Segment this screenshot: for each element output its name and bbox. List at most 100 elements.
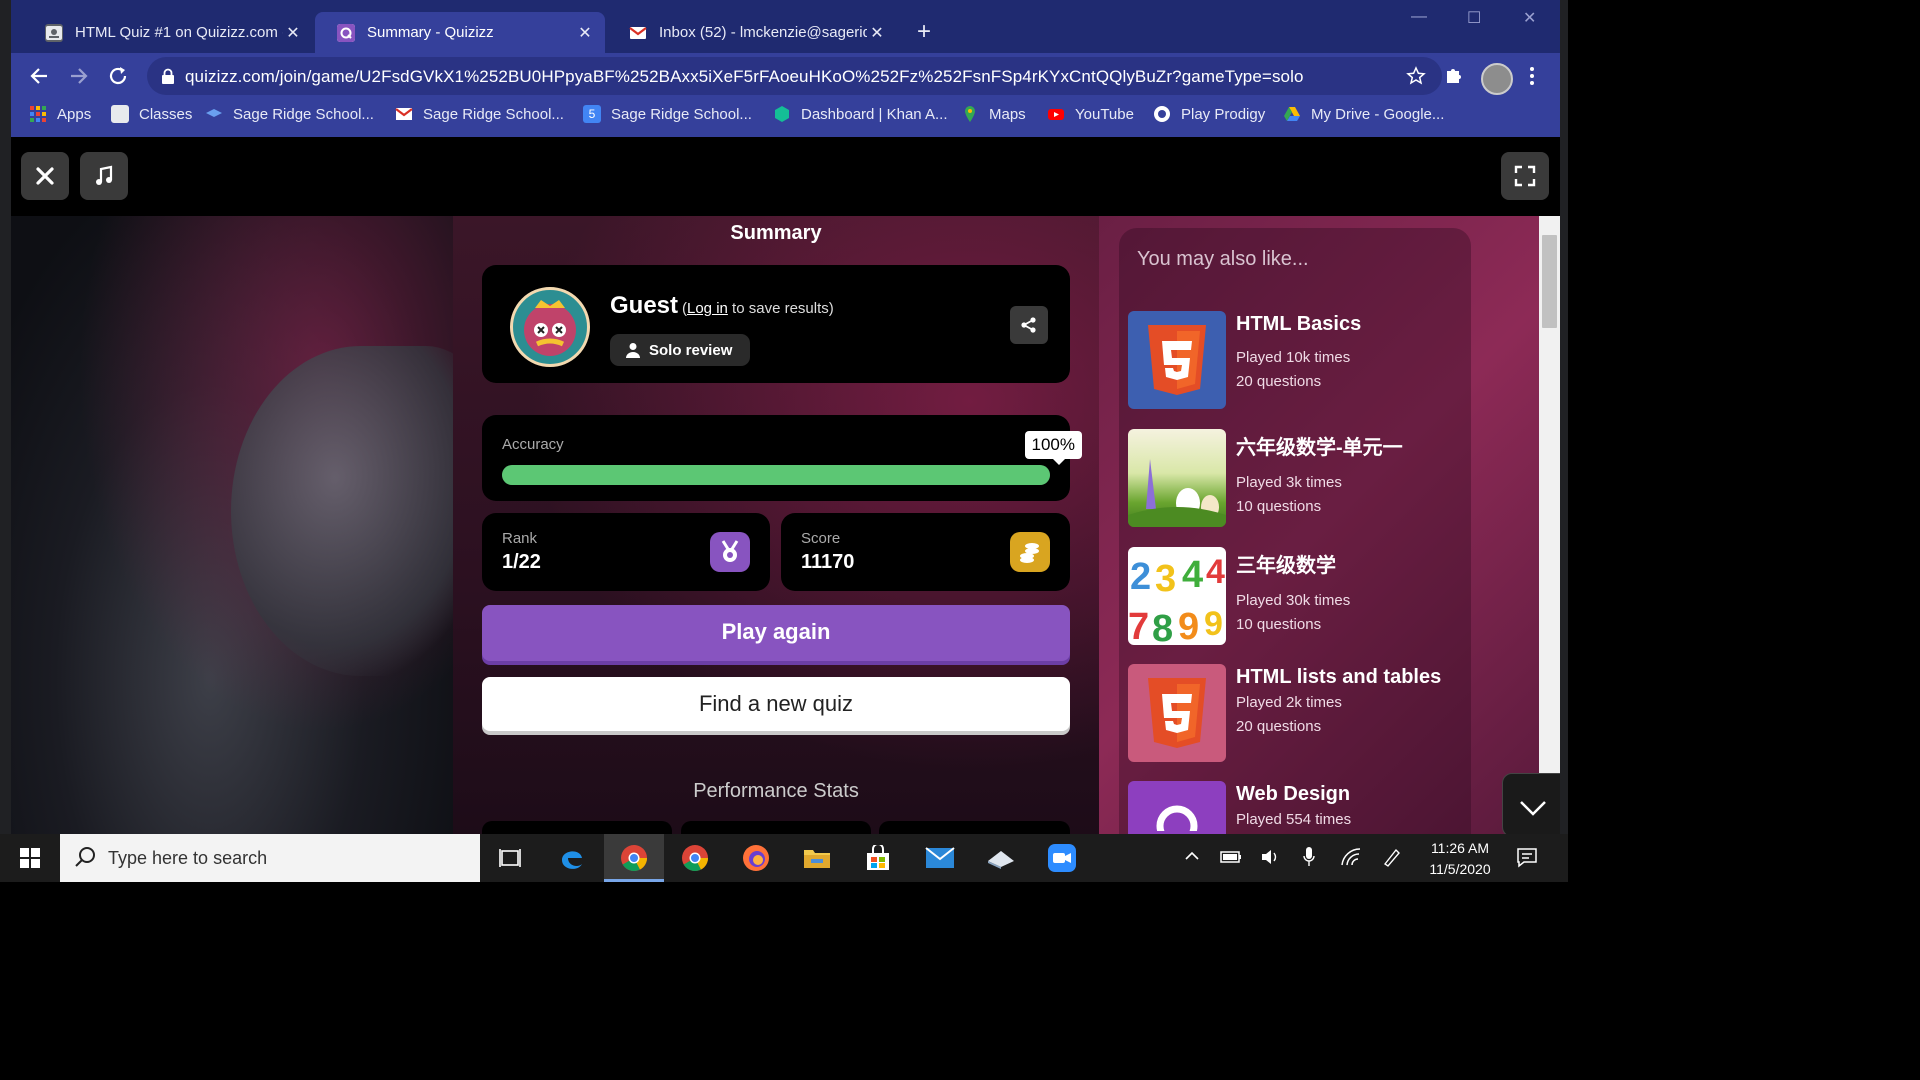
bookmark-my-drive[interactable]: My Drive - Google... (1283, 105, 1444, 123)
recommended-quiz[interactable]: HTML Basics Played 10k times 20 question… (1128, 311, 1458, 411)
taskbar-clock[interactable]: 11:26 AM 11/5/2020 (1420, 838, 1500, 880)
tab-close-icon[interactable]: ✕ (867, 23, 887, 43)
colorful-numbers-image: 2344 7899 (1128, 547, 1226, 645)
html5-icon (1128, 664, 1226, 762)
maximize-icon[interactable]: ☐ (1467, 8, 1481, 28)
bookmark-maps[interactable]: Maps (961, 105, 1026, 123)
battery-icon[interactable] (1220, 849, 1242, 865)
recommended-quiz[interactable]: 六年级数学-单元一 Played 3k times 10 questions (1128, 429, 1458, 529)
tab-title: Inbox (52) - lmckenzie@sageridg (659, 24, 867, 41)
accuracy-label: Accuracy (502, 436, 564, 453)
recommended-quiz[interactable]: 2344 7899 三年级数学 Played 30k times 10 ques… (1128, 547, 1458, 647)
accuracy-bar (502, 465, 1050, 485)
search-icon (74, 846, 96, 868)
reload-icon[interactable] (105, 63, 131, 89)
bookmark-label: Maps (989, 105, 1026, 123)
file-explorer-icon[interactable] (801, 842, 833, 874)
share-button[interactable] (1010, 306, 1048, 344)
bookmark-label: Play Prodigy (1181, 105, 1266, 123)
chevron-up-icon[interactable] (1184, 848, 1200, 864)
close-icon (36, 167, 54, 185)
lock-icon (161, 68, 175, 84)
score-card: Score 11170 (781, 513, 1070, 591)
bookmark-sage-ridge-1[interactable]: Sage Ridge School... (205, 105, 374, 123)
extensions-puzzle-icon[interactable] (1443, 63, 1469, 89)
quiz-question-count: 10 questions (1236, 498, 1322, 515)
bookmark-star-icon[interactable] (1406, 66, 1426, 86)
windows-taskbar: Type here to search 11:26 AM 11/5/2020 (0, 834, 1568, 882)
profile-avatar[interactable] (1481, 63, 1513, 95)
rank-value: 1/22 (502, 551, 541, 573)
windows-start-icon[interactable] (14, 842, 46, 874)
close-game-button[interactable] (21, 152, 69, 200)
collapsed-side-panel-toggle[interactable] (1502, 773, 1560, 834)
game-top-bar (11, 137, 1560, 216)
pen-icon[interactable] (1382, 847, 1402, 867)
school-hat-icon (205, 105, 223, 123)
play-again-button[interactable]: Play again (482, 605, 1070, 661)
rank-label: Rank (502, 530, 538, 547)
wifi-icon[interactable] (1340, 847, 1362, 867)
maps-pin-icon (961, 105, 979, 123)
address-bar[interactable]: quizizz.com/join/game/U2FsdGVkX1%252BU0H… (147, 57, 1442, 95)
tab-summary-quizizz[interactable]: Summary - Quizizz ✕ (315, 12, 605, 53)
microsoft-store-icon[interactable] (862, 842, 894, 874)
gmail-icon (629, 24, 647, 42)
close-window-icon[interactable]: ✕ (1523, 8, 1536, 28)
forward-arrow-icon[interactable] (65, 63, 91, 89)
login-link[interactable]: Log in (687, 300, 728, 317)
fullscreen-button[interactable] (1501, 152, 1549, 200)
task-view-icon[interactable] (494, 842, 526, 874)
player-card: Guest (Log in to save results) Solo revi… (482, 265, 1070, 383)
user-icon (626, 343, 640, 358)
chrome-icon[interactable] (618, 842, 650, 874)
tab-inbox[interactable]: Inbox (52) - lmckenzie@sageridg ✕ (607, 12, 897, 53)
recommended-quiz[interactable]: HTML lists and tables Played 2k times 20… (1128, 664, 1458, 764)
performance-stats-title: Performance Stats (693, 780, 859, 802)
background-car-image (11, 216, 491, 834)
login-note: (Log in to save results) (682, 300, 834, 317)
speaker-icon[interactable] (1260, 848, 1280, 866)
tab-html-quiz[interactable]: HTML Quiz #1 on Quizizz.com (p ✕ (23, 12, 313, 53)
bookmark-sage-ridge-3[interactable]: 5 Sage Ridge School... (583, 105, 752, 123)
recommended-quiz[interactable]: Web Design Played 554 times (1128, 781, 1458, 834)
svg-text:2: 2 (1130, 556, 1151, 598)
performance-stat-card (482, 821, 672, 834)
taskbar-search-box[interactable]: Type here to search (60, 834, 480, 882)
music-button[interactable] (80, 152, 128, 200)
scrollbar-thumb[interactable] (1542, 235, 1557, 328)
accuracy-card: Accuracy 100% (482, 415, 1082, 501)
chrome-icon[interactable] (679, 842, 711, 874)
tab-strip: HTML Quiz #1 on Quizizz.com (p ✕ Summary… (11, 0, 1560, 53)
edge-browser-icon[interactable] (556, 842, 588, 874)
mail-icon[interactable] (924, 842, 956, 874)
classroom-icon (111, 105, 129, 123)
quiz-title: 六年级数学-单元一 (1236, 437, 1403, 459)
find-new-quiz-button[interactable]: Find a new quiz (482, 677, 1070, 731)
bookmark-apps[interactable]: Apps (29, 105, 91, 123)
tab-close-icon[interactable]: ✕ (575, 23, 595, 43)
svg-text:7: 7 (1128, 606, 1149, 645)
bookmark-prodigy[interactable]: Play Prodigy (1153, 105, 1265, 123)
zoom-icon[interactable] (1046, 842, 1078, 874)
bookmark-youtube[interactable]: YouTube (1047, 105, 1134, 123)
medal-icon (710, 532, 750, 572)
quiz-title: HTML Basics (1236, 313, 1362, 335)
drive-sync-icon[interactable] (985, 842, 1017, 874)
new-tab-icon[interactable]: + (917, 18, 931, 46)
tab-close-icon[interactable]: ✕ (283, 23, 303, 43)
web-design-icon (1128, 781, 1226, 834)
apps-grid-icon (29, 105, 47, 123)
back-arrow-icon[interactable] (27, 63, 53, 89)
bookmark-classes[interactable]: Classes (111, 105, 192, 123)
accuracy-value: 100% (1024, 431, 1082, 465)
notifications-icon[interactable] (1516, 846, 1538, 868)
quiz-play-count: Played 10k times (1236, 349, 1351, 366)
bookmark-sage-ridge-2[interactable]: Sage Ridge School... (395, 105, 564, 123)
menu-dots-icon[interactable] (1527, 63, 1553, 89)
bookmark-khan-academy[interactable]: Dashboard | Khan A... (773, 105, 948, 123)
minimize-icon[interactable]: — (1411, 8, 1427, 26)
microphone-icon[interactable] (1302, 846, 1316, 868)
accuracy-bar-fill (502, 465, 1050, 485)
firefox-icon[interactable] (740, 842, 772, 874)
